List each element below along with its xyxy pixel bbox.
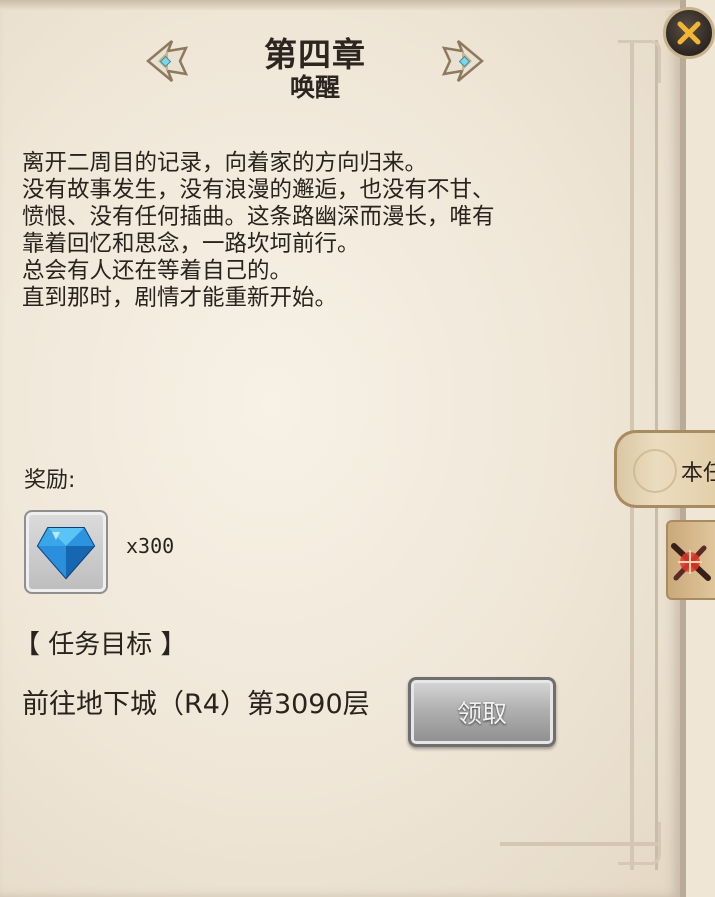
crossed-swords-icon [671,543,711,581]
close-button[interactable] [663,7,715,59]
mission-target-text: 前往地下城（R4）第3090层 [22,689,370,720]
blue-diamond-icon [36,527,96,580]
tab-emblem-icon [633,449,677,493]
prev-chapter-button[interactable] [142,38,192,84]
reward-item-slot[interactable] [24,510,108,594]
side-tab-quest[interactable]: 本任 [614,430,715,508]
claim-button-label: 领取 [456,699,507,728]
claim-button[interactable]: 领取 [408,677,556,747]
right-arrow-icon [441,40,484,82]
side-tab-label: 本任 [681,461,715,486]
mission-header: 【 任务目标 】 [14,630,187,660]
corner-ornament-top [618,40,661,83]
corner-ornament-bottom [618,822,661,865]
chapter-subtitle: 唤醒 [289,73,340,102]
side-tab-battle[interactable] [666,520,715,600]
reward-label: 奖励: [24,468,76,493]
chapter-story-text: 离开二周目的记录，向着家的方向归来。 没有故事发生，没有浪漫的邂逅，也没有不甘、… [22,150,495,311]
quest-panel: 第四章 唤醒 离开二周目的记录，向着家的方向归来。 没有故事发生，没有浪漫的邂逅… [0,0,686,897]
reward-quantity: x300 [126,534,175,558]
left-arrow-icon [146,40,189,82]
close-icon [677,21,701,45]
next-chapter-button[interactable] [438,38,488,84]
panel-top-strip [0,0,680,10]
